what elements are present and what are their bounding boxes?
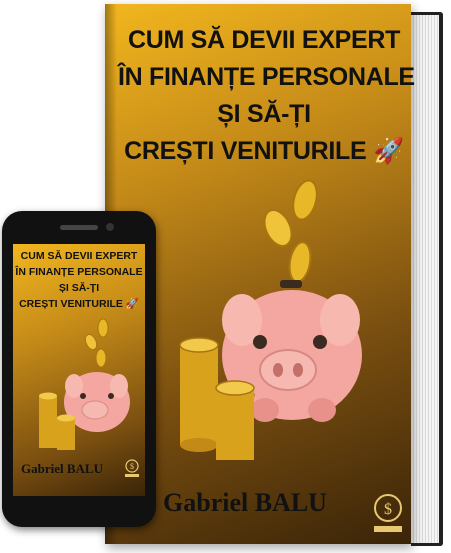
svg-text:$: $ <box>130 462 134 471</box>
phone-author: Gabriel BALU <box>21 461 103 476</box>
phone-title-line-4-text: CREȘTI VENITURILE <box>19 298 123 310</box>
svg-text:$: $ <box>384 501 392 518</box>
book-author: Gabriel BALU <box>163 488 327 517</box>
book-pages <box>411 12 443 546</box>
rocket-icon: 🚀 <box>372 137 404 165</box>
book-title-line-1: CUM SĂ DEVII EXPERT <box>127 26 401 54</box>
phone-title-line-4: CREȘTI VENITURILE 🚀 <box>13 296 145 312</box>
phone-camera <box>106 223 114 231</box>
rocket-icon: 🚀 <box>125 298 139 310</box>
book-title: CUM SĂ DEVII EXPERT ÎN FINANȚE PERSONALE… <box>118 22 415 170</box>
phone-title-line-3: ȘI SĂ-ȚI <box>58 282 100 294</box>
falling-coins <box>263 179 318 283</box>
book-title-line-4-text: CREȘTI VENITURILE <box>124 137 367 165</box>
phone-screen: CUM SĂ DEVII EXPERT ÎN FINANȚE PERSONALE… <box>13 244 145 496</box>
phone-title: CUM SĂ DEVII EXPERT ÎN FINANȚE PERSONALE… <box>13 248 145 312</box>
publisher-logo: $ <box>374 494 402 532</box>
phone-piggy-illustration <box>39 318 130 450</box>
book-title-line-2: ÎN FINANȚE PERSONALE <box>118 63 415 91</box>
coin-stack-right <box>215 380 255 460</box>
book-title-line-4: CREȘTI VENITURILE 🚀 <box>118 133 410 170</box>
piggy-bank-illustration <box>179 179 362 460</box>
phone-mockup: CUM SĂ DEVII EXPERT ÎN FINANȚE PERSONALE… <box>2 211 156 527</box>
phone-publisher-logo: $ <box>125 459 139 477</box>
phone-title-line-2: ÎN FINANȚE PERSONALE <box>15 266 143 278</box>
phone-speaker <box>60 225 98 230</box>
book-title-line-3: ȘI SĂ-ȚI <box>217 100 311 128</box>
phone-title-line-1: CUM SĂ DEVII EXPERT <box>20 250 138 262</box>
